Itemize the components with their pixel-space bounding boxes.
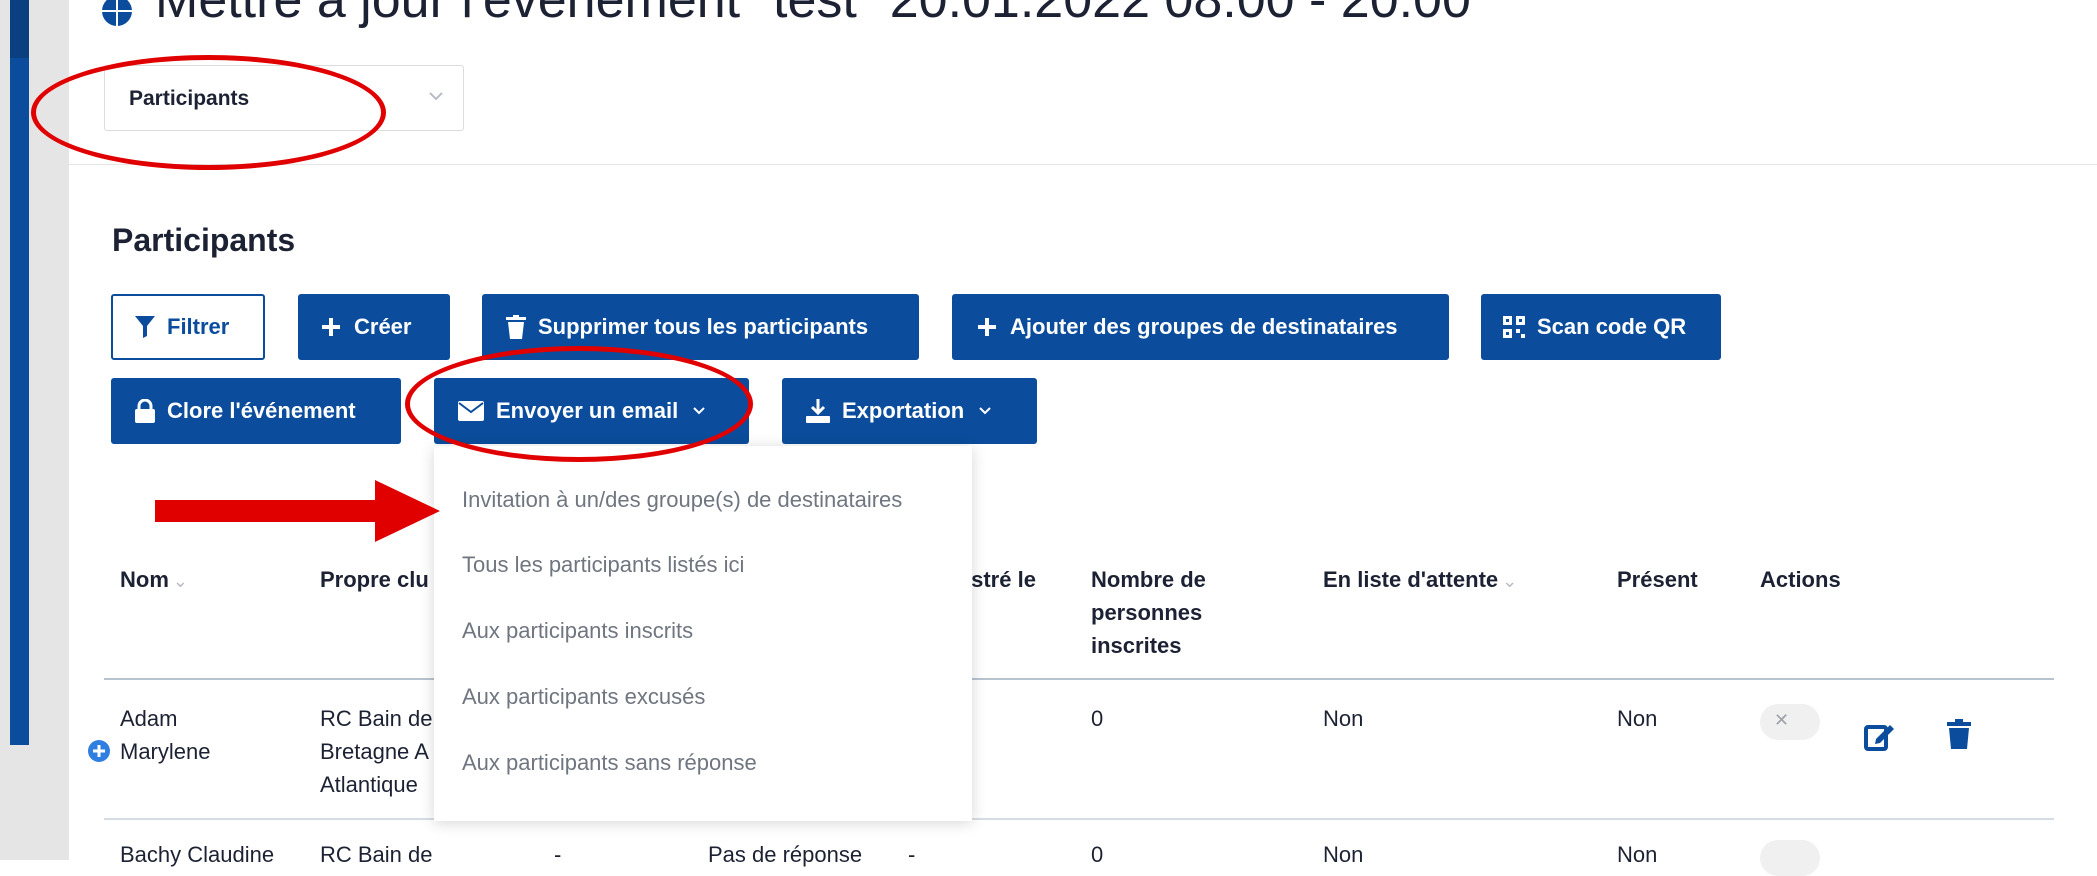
menu-item-registered[interactable]: Aux participants inscrits [462,618,693,644]
table-cell-name: Adam Marylene [120,706,211,764]
scan-qr-label: Scan code QR [1537,314,1687,339]
chevron-down-icon: ⌄ [1502,571,1518,591]
plus-icon [978,318,996,336]
menu-item-no-response[interactable]: Aux participants sans réponse [462,750,757,776]
menu-item-excused[interactable]: Aux participants excusés [462,684,705,710]
export-label: Exportation [842,398,965,423]
close-icon: ✕ [1774,710,1790,730]
col-header-waitlist[interactable]: En liste d'attente ⌄ [1323,563,1517,598]
col-header-club: Propre clu [320,567,429,592]
annotation-arrow-icon [155,480,440,542]
sidebar-accent-top [10,0,29,58]
present-toggle[interactable]: ✕ [1760,704,1820,740]
chevron-down-icon [429,92,443,101]
create-button-label: Créer [354,314,412,339]
page-title: Mettre à jour l'événement "test" 20.01.2… [155,0,1471,29]
globe-icon [102,0,132,26]
email-dropdown-menu: Invitation à un/des groupe(s) de destina… [434,446,972,821]
table-cell-club: RC Bain de Bretagne A Atlantique [320,706,433,797]
annotation-ellipse [31,55,386,170]
section-title: Participants [112,222,296,258]
table-cell-count: 0 [1091,842,1104,867]
col-header-registered: istré le [965,567,1036,592]
add-groups-label: Ajouter des groupes de destinataires [1010,314,1398,339]
col-header-present: Présent [1617,567,1698,592]
col-header-actions: Actions [1760,567,1841,592]
present-toggle[interactable] [1760,840,1820,876]
table-cell-dash: - [554,842,562,867]
delete-all-label: Supprimer tous les participants [538,314,869,339]
sidebar-accent [10,0,29,745]
filter-icon [135,316,155,338]
menu-item-invite-groups[interactable]: Invitation à un/des groupe(s) de destina… [462,487,902,513]
chevron-down-icon [979,407,991,415]
row-separator [104,818,2054,820]
table-cell-present: Non [1617,842,1658,867]
table-cell-dash: - [908,842,916,867]
edit-icon[interactable] [1864,721,1894,751]
table-cell-waitlist: Non [1323,706,1364,731]
scan-qr-button[interactable]: Scan code QR [1481,294,1721,360]
col-header-count: Nombre de personnes inscrites [1091,567,1206,658]
col-header-name-label: Nom [120,567,169,592]
export-button[interactable]: Exportation [782,378,1037,444]
create-button[interactable]: Créer [298,294,450,360]
trash-icon[interactable] [1947,719,1971,749]
qr-icon [1503,316,1525,338]
table-cell-present: Non [1617,706,1658,731]
table-cell-count: 0 [1091,706,1104,731]
table-cell-status: Pas de réponse [708,842,863,867]
filter-button[interactable]: Filtrer [111,294,265,360]
trash-icon [506,315,526,339]
close-event-label: Clore l'événement [167,398,356,423]
col-header-name[interactable]: Nom ⌄ [120,563,188,598]
table-header-separator [104,678,2054,680]
lock-icon [135,399,155,423]
chevron-down-icon: ⌄ [172,571,188,591]
download-icon [806,399,830,423]
menu-item-all-listed[interactable]: Tous les participants listés ici [462,552,744,578]
divider [69,164,2097,165]
table-cell-waitlist: Non [1323,842,1364,867]
close-event-button[interactable]: Clore l'événement [111,378,401,444]
filter-button-label: Filtrer [167,314,230,339]
annotation-ellipse [405,346,753,462]
table-cell-name: Bachy Claudine [120,842,275,867]
plus-icon [322,318,340,336]
add-recipient-groups-button[interactable]: Ajouter des groupes de destinataires [952,294,1449,360]
expand-icon[interactable] [87,739,111,763]
table-cell-club: RC Bain de [320,842,433,867]
col-header-waitlist-label: En liste d'attente [1323,567,1499,592]
